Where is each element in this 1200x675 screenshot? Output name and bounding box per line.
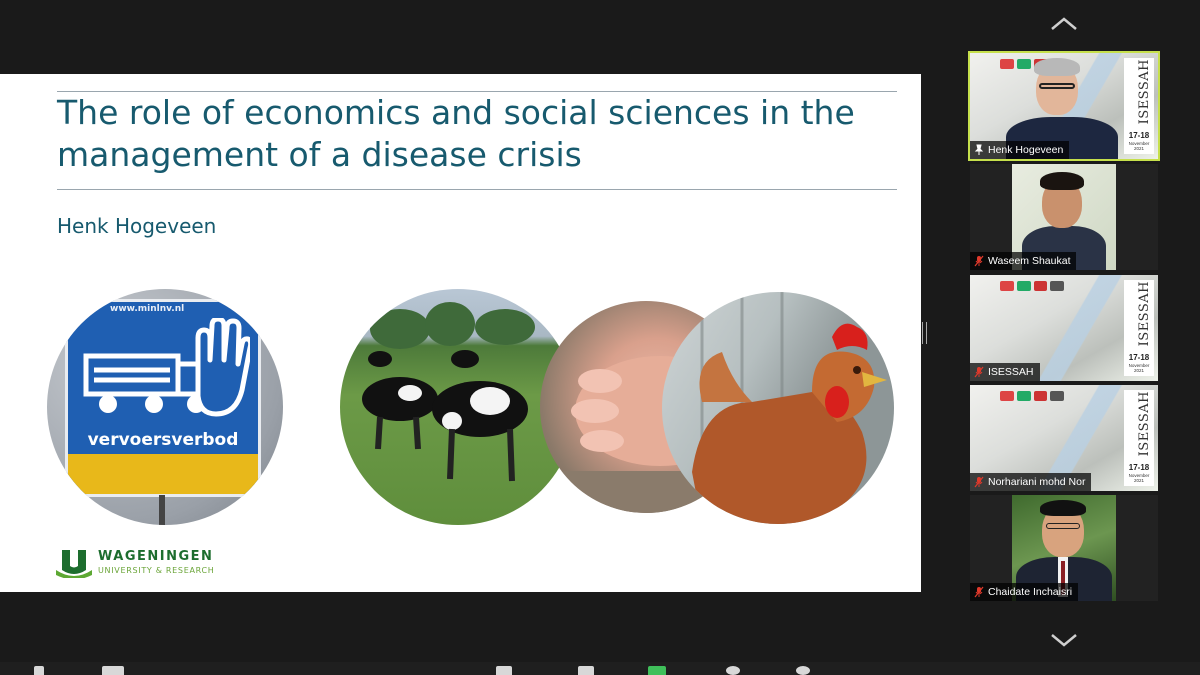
banner-logos (1000, 281, 1064, 291)
video-tile-waseem-shaukat[interactable]: Waseem Shaukat (970, 164, 1158, 270)
slide-author: Henk Hogeveen (57, 214, 217, 238)
mic-muted-icon (974, 255, 984, 267)
panel-resize-handle[interactable] (922, 322, 927, 344)
participant-name: ISESSAH (988, 366, 1034, 378)
title-bottom-rule (57, 189, 897, 190)
road-sign-photo: www.minlnv.nl vervoersverbod (47, 289, 283, 525)
video-tile-norhariani-mohd-nor[interactable]: ISESSAH 17-18 November 2021 Norhariani m… (970, 385, 1158, 491)
participants-button-icon[interactable] (496, 666, 512, 675)
meeting-toolbar (0, 662, 1200, 675)
banner-word: ISESSAH (1137, 59, 1152, 125)
participant-name-tag: ISESSAH (970, 363, 1040, 381)
share-screen-button-icon[interactable] (648, 666, 666, 675)
banner-word: ISESSAH (1137, 281, 1152, 347)
reactions-button-icon[interactable] (796, 666, 810, 675)
record-button-icon[interactable] (726, 666, 740, 675)
video-button-icon[interactable] (102, 666, 124, 675)
banner-month: November 2021 (1128, 473, 1150, 483)
sign-pole (159, 495, 165, 525)
hen-illustration (692, 292, 887, 524)
banner-month: November 2021 (1128, 363, 1150, 373)
sign-text: vervoersverbod (87, 430, 239, 450)
chat-button-icon[interactable] (578, 666, 594, 675)
wageningen-logo-icon (56, 550, 92, 580)
meeting-window: The role of economics and social science… (0, 0, 1200, 675)
road-sign-board: www.minlnv.nl vervoersverbod (65, 299, 261, 497)
mic-button-icon[interactable] (34, 666, 44, 675)
scroll-down-icon[interactable] (1046, 630, 1082, 650)
mic-muted-icon (974, 476, 984, 488)
banner-month: November 2021 (1128, 141, 1150, 151)
shared-slide: The role of economics and social science… (0, 74, 921, 592)
pin-icon (974, 144, 984, 155)
participant-name-tag: Waseem Shaukat (970, 252, 1077, 270)
logo-name: WAGENINGEN (98, 549, 214, 564)
sign-url: www.minlnv.nl (110, 304, 185, 314)
banner-word: ISESSAH (1137, 391, 1152, 457)
banner-dates: 17-18 (1128, 463, 1150, 472)
participant-name-tag: Chaidate Inchaisri (970, 583, 1079, 601)
participant-name: Waseem Shaukat (988, 255, 1071, 267)
truck-hand-icon (83, 318, 250, 417)
slide-title: The role of economics and social science… (57, 93, 855, 174)
wageningen-logo: WAGENINGEN UNIVERSITY & RESEARCH (54, 548, 224, 582)
video-tile-isessah[interactable]: ISESSAH 17-18 November 2021 ISESSAH (970, 275, 1158, 381)
banner-logos (1000, 391, 1064, 401)
mic-muted-icon (974, 366, 984, 378)
scroll-up-icon[interactable] (1046, 14, 1082, 34)
participant-name-tag: Norhariani mohd Nor (970, 473, 1092, 491)
video-tile-henk-hogeveen[interactable]: ISESSAH 17-18 November 2021 Henk Hogevee… (968, 51, 1160, 161)
video-tile-chaidate-inchaisri[interactable]: Chaidate Inchaisri (970, 495, 1158, 601)
banner-dates: 17-18 (1128, 353, 1150, 362)
mic-muted-icon (974, 586, 984, 598)
participant-name: Chaidate Inchaisri (988, 586, 1073, 598)
participant-name: Norhariani mohd Nor (988, 476, 1086, 488)
logo-subtitle: UNIVERSITY & RESEARCH (98, 566, 215, 575)
participant-name-tag: Henk Hogeveen (970, 141, 1070, 159)
hen-photo (662, 292, 894, 524)
banner-dates: 17-18 (1128, 131, 1150, 140)
participant-name: Henk Hogeveen (988, 144, 1064, 156)
sign-yellow-panel (68, 454, 258, 494)
